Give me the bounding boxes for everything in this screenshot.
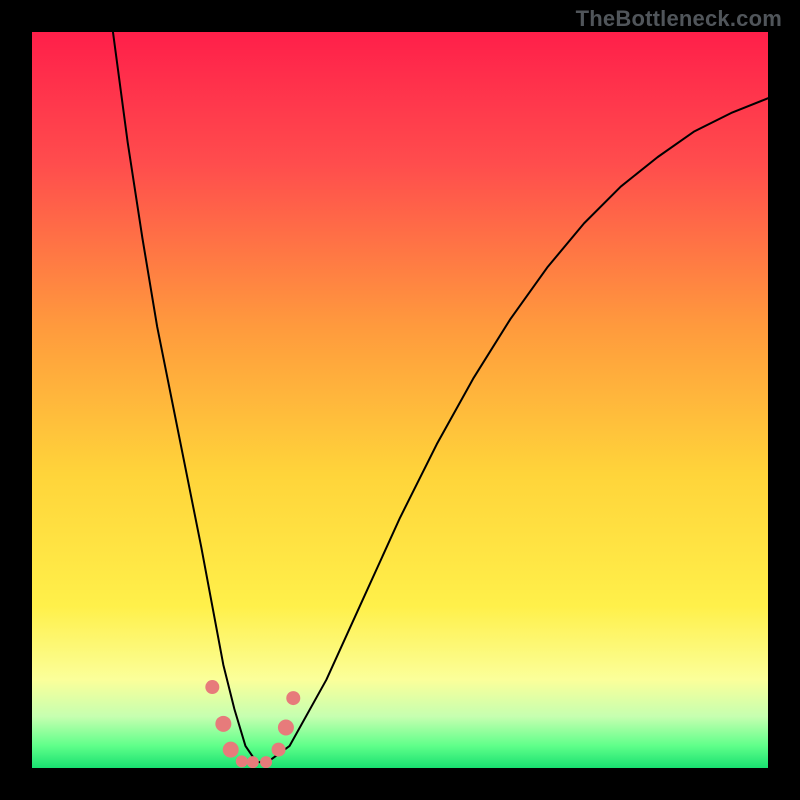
- pt-right-low: [272, 743, 286, 757]
- bottleneck-curve: [113, 32, 768, 762]
- pt-left-mid: [215, 716, 231, 732]
- pt-left-upper: [205, 680, 219, 694]
- chart-svg: [32, 32, 768, 768]
- pt-bottom-1: [236, 755, 248, 767]
- outer-frame: TheBottleneck.com: [0, 0, 800, 800]
- pt-bottom-2: [247, 756, 259, 768]
- pt-right-upper: [286, 691, 300, 705]
- pt-right-mid: [278, 720, 294, 736]
- pt-bottom-3: [260, 756, 272, 768]
- watermark-text: TheBottleneck.com: [576, 6, 782, 32]
- plot-area: [32, 32, 768, 768]
- pt-left-low: [223, 742, 239, 758]
